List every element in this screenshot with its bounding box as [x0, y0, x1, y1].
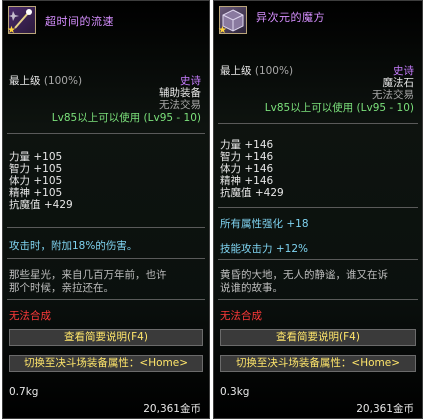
stat-strength: 力量 +146 [220, 139, 274, 151]
wand-icon: ★ [7, 6, 36, 36]
stat-vitality: 体力 +105 [9, 175, 63, 187]
item-name: 异次元的魔方 [256, 11, 325, 24]
stat-vitality: 体力 +146 [220, 163, 274, 175]
stat-intelligence: 智力 +146 [220, 151, 274, 163]
star-icon: ★ [218, 25, 227, 36]
grade-label: 最上级 [220, 65, 252, 77]
item-weight: 0.3kg [220, 386, 250, 398]
divider [218, 123, 418, 124]
item-tooltip-left: ★ 超时间的流速 最上级 (100%) 史诗 辅助装备 无法交易 Lv85以上可… [2, 0, 210, 419]
stat-spirit: 精神 +105 [9, 187, 63, 199]
grade-percent: (100%) [43, 75, 83, 87]
flavor-text-line2: 说谁的故事。 [220, 282, 283, 294]
item-price: 20,361金币 [143, 403, 201, 415]
divider [218, 299, 418, 300]
cube-icon: ★ [218, 6, 247, 36]
divider [7, 227, 205, 228]
flavor-text-line2: 那个时候，亲拉还在。 [9, 282, 114, 294]
divider [218, 207, 418, 208]
view-brief-button[interactable]: 查看简要说明(F4) [9, 329, 203, 346]
level-requirement: Lv85以上可以使用 (Lv95 - 10) [51, 112, 201, 124]
item-price: 20,361金币 [356, 403, 414, 415]
effect-text-all-stats: 所有属性强化 +18 [220, 218, 309, 230]
view-brief-button[interactable]: 查看简要说明(F4) [220, 329, 416, 346]
no-synthesis-label: 无法合成 [220, 310, 262, 322]
divider [7, 258, 205, 259]
stat-strength: 力量 +105 [9, 151, 63, 163]
divider [218, 259, 418, 260]
star-icon: ★ [7, 25, 16, 36]
no-synthesis-label: 无法合成 [9, 310, 51, 322]
switch-pvp-stats-button[interactable]: 切换至决斗场装备属性：<Home> [220, 355, 416, 372]
level-requirement: Lv85以上可以使用 (Lv95 - 10) [264, 102, 414, 114]
stat-spirit: 精神 +146 [220, 175, 274, 187]
grade-percent: (100%) [254, 65, 294, 77]
divider [7, 133, 205, 134]
item-tooltip-right: ★ 异次元的魔方 最上级 (100%) 史诗 魔法石 无法交易 Lv85以上可以… [213, 0, 423, 419]
stat-intelligence: 智力 +105 [9, 163, 63, 175]
stat-magic-resist: 抗魔值 +429 [220, 187, 284, 199]
switch-pvp-stats-button[interactable]: 切换至决斗场装备属性：<Home> [9, 355, 203, 372]
effect-text: 攻击时，附加18%的伤害。 [9, 240, 138, 252]
grade-label: 最上级 [9, 75, 41, 87]
item-name: 超时间的流速 [45, 15, 114, 28]
divider [7, 299, 205, 300]
effect-text-skill-attack: 技能攻击力 +12% [220, 243, 308, 255]
item-weight: 0.7kg [9, 386, 39, 398]
stat-magic-resist: 抗魔值 +429 [9, 199, 73, 211]
